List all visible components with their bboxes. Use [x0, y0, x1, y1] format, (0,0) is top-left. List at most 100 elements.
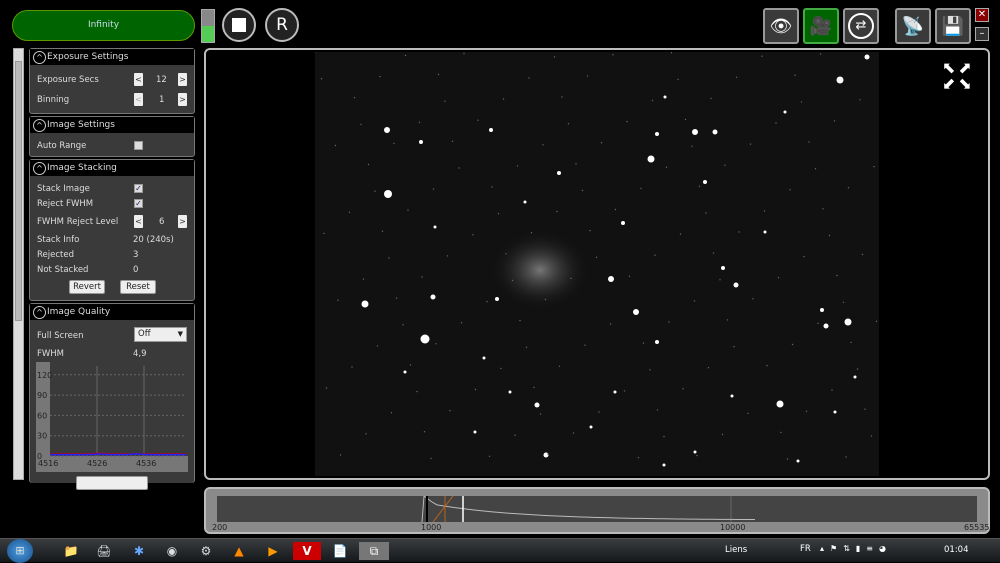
eye-button[interactable]: 👁 — [763, 8, 799, 44]
restart-button[interactable]: R — [265, 8, 299, 42]
quality-panel: Image Quality Full Screen Off▼ FWHM 4,9 … — [29, 303, 195, 490]
star — [419, 140, 423, 144]
fwhm-chart: 12090603004516 4526 4536 — [36, 362, 188, 472]
star — [633, 309, 639, 315]
faint-star — [679, 233, 682, 235]
faint-star — [502, 98, 505, 100]
reset-button[interactable]: Reset — [120, 280, 156, 294]
faint-star — [567, 123, 570, 125]
rejected-value: 3 — [133, 250, 139, 260]
faint-star — [696, 454, 698, 457]
y-tick-label: 90 — [37, 391, 47, 400]
faint-star — [693, 300, 696, 302]
expand-icon[interactable]: ⬉⬈ ⬋⬊ — [942, 60, 978, 92]
star — [613, 390, 617, 394]
faint-star — [712, 252, 715, 254]
app-active-icon[interactable]: ⧉ — [359, 542, 389, 560]
language-indicator[interactable]: FR — [800, 544, 811, 554]
binning-decrease[interactable]: < — [134, 93, 143, 106]
binning-increase[interactable]: > — [178, 93, 187, 106]
faint-star — [665, 166, 668, 168]
faint-star — [724, 164, 726, 166]
image-settings-header[interactable]: Image Settings — [30, 117, 194, 133]
exposure-increase[interactable]: > — [178, 73, 187, 86]
image-viewer[interactable]: ⬉⬈ ⬋⬊ — [204, 48, 990, 480]
scrollbar-thumb[interactable] — [15, 61, 22, 321]
start-button[interactable]: ⊞ — [7, 539, 33, 563]
app-icon[interactable]: 🖨 — [95, 542, 113, 560]
revert-button[interactable]: Revert — [69, 280, 105, 294]
histogram[interactable] — [217, 496, 977, 522]
histogram-panel[interactable]: 200 1000 10000 65535 — [204, 487, 990, 534]
star — [730, 394, 734, 398]
faint-star — [777, 277, 780, 279]
loop-button[interactable]: ⇄ — [843, 8, 879, 44]
explorer-icon[interactable]: 📁 — [62, 542, 80, 560]
faint-star — [763, 210, 766, 212]
faint-star — [726, 319, 729, 321]
links-toolbar[interactable]: Liens — [725, 545, 747, 555]
player-icon[interactable]: ▶ — [264, 542, 282, 560]
chart-button[interactable] — [76, 476, 148, 490]
target-button[interactable]: Infinity — [12, 10, 195, 41]
hist-label-10000: 10000 — [720, 523, 746, 532]
faint-star — [409, 364, 412, 366]
star — [589, 425, 593, 429]
faint-star — [612, 54, 614, 56]
star-field-image — [315, 52, 879, 476]
bluetooth-icon[interactable]: ✱ — [130, 542, 148, 560]
faint-star — [449, 409, 451, 412]
faint-star — [446, 255, 449, 257]
eye-icon: 👁 — [769, 15, 793, 37]
chevron-down-icon: ▼ — [177, 330, 183, 338]
chrome-icon[interactable]: ◉ — [163, 542, 181, 560]
faint-star — [850, 341, 852, 344]
faint-star — [637, 457, 640, 459]
faint-star — [497, 213, 500, 215]
vlc-icon[interactable]: ▲ — [230, 542, 248, 560]
video-button[interactable]: 🎥 — [803, 8, 839, 44]
media-icon[interactable]: ⚙ — [197, 542, 215, 560]
sidebar-scrollbar[interactable] — [13, 48, 24, 480]
faint-star — [367, 163, 370, 166]
clock[interactable]: 01:04 — [944, 545, 969, 555]
faint-star — [437, 73, 440, 76]
stack-image-checkbox[interactable]: ✓ — [134, 184, 143, 193]
faint-star — [323, 232, 325, 235]
faint-star — [836, 274, 838, 277]
exposure-decrease[interactable]: < — [134, 73, 143, 86]
stacking-header[interactable]: Image Stacking — [30, 160, 194, 176]
exposure-header[interactable]: Exposure Settings — [30, 49, 194, 65]
faint-star — [642, 342, 645, 344]
faint-star — [374, 190, 376, 192]
faint-star — [581, 189, 584, 192]
document-icon[interactable]: 📄 — [331, 542, 349, 560]
hist-label-1000: 1000 — [421, 523, 442, 532]
faint-star — [584, 344, 586, 346]
star — [655, 340, 659, 344]
auto-range-checkbox[interactable] — [134, 141, 143, 150]
reject-level-decrease[interactable]: < — [134, 215, 143, 228]
close-button[interactable]: ✕ — [975, 8, 989, 22]
faint-star — [598, 411, 600, 413]
faint-star — [707, 367, 710, 369]
full-screen-select[interactable]: Off ▼ — [134, 327, 187, 342]
antenna-button[interactable]: 📡 — [895, 8, 931, 44]
binning-label: Binning — [37, 95, 70, 105]
faint-star — [705, 212, 707, 214]
quality-header[interactable]: Image Quality — [30, 304, 194, 320]
faint-star — [381, 230, 384, 232]
stop-button[interactable] — [222, 8, 256, 42]
faint-star — [388, 257, 390, 259]
vivaldi-icon[interactable]: V — [293, 542, 321, 560]
faint-star — [337, 299, 339, 301]
save-button[interactable]: 💾 — [935, 8, 971, 44]
faint-star — [556, 210, 558, 213]
faint-star — [351, 366, 353, 368]
reject-fwhm-checkbox[interactable]: ✓ — [134, 199, 143, 208]
reject-level-increase[interactable]: > — [178, 215, 187, 228]
faint-star — [519, 319, 521, 322]
faint-star — [477, 119, 479, 121]
minimize-button[interactable]: – — [975, 27, 989, 41]
tray-icons[interactable]: ▴⚑⇅▮≡◕ — [820, 544, 892, 553]
